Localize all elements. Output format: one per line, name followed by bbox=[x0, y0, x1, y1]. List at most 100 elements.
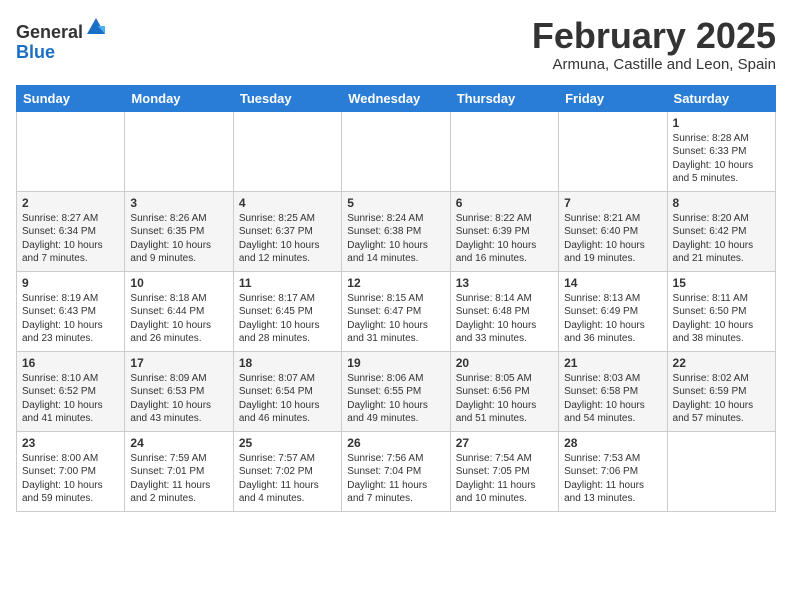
logo: General Blue bbox=[16, 16, 107, 63]
day-info: Sunrise: 7:59 AM Sunset: 7:01 PM Dayligh… bbox=[130, 452, 227, 506]
day-number: 27 bbox=[456, 436, 553, 450]
calendar-day-cell: 14Sunrise: 8:13 AM Sunset: 6:49 PM Dayli… bbox=[559, 271, 667, 351]
day-number: 2 bbox=[22, 196, 119, 210]
day-number: 4 bbox=[239, 196, 336, 210]
day-number: 11 bbox=[239, 276, 336, 290]
day-info: Sunrise: 8:28 AM Sunset: 6:33 PM Dayligh… bbox=[673, 132, 770, 186]
calendar-day-cell: 2 Sunrise: 8:27 AM Sunset: 6:34 PM Daylig… bbox=[17, 191, 125, 271]
calendar-day-cell: 6 Sunrise: 8:22 AM Sunset: 6:39 PM Daylig… bbox=[450, 191, 558, 271]
weekday-header: Saturday bbox=[667, 85, 775, 111]
calendar-week-row: 16 Sunrise: 8:10 AM Sunset: 6:52 PM Dayli… bbox=[17, 351, 776, 431]
calendar-week-row: 1 Sunrise: 8:28 AM Sunset: 6:33 PM Daylig… bbox=[17, 111, 776, 191]
calendar-day-cell: 28 Sunrise: 7:53 AM Sunset: 7:06 PM Dayli… bbox=[559, 431, 667, 511]
calendar-day-cell bbox=[450, 111, 558, 191]
day-number: 23 bbox=[22, 436, 119, 450]
day-info: Sunrise: 8:14 AM Sunset: 6:48 PM Dayligh… bbox=[456, 292, 553, 346]
calendar-day-cell: 20 Sunrise: 8:05 AM Sunset: 6:56 PM Dayli… bbox=[450, 351, 558, 431]
calendar-day-cell: 19Sunrise: 8:06 AM Sunset: 6:55 PM Dayli… bbox=[342, 351, 450, 431]
day-info: Sunrise: 8:00 AM Sunset: 7:00 PM Dayligh… bbox=[22, 452, 119, 506]
day-number: 15 bbox=[673, 276, 770, 290]
day-number: 20 bbox=[456, 356, 553, 370]
calendar-day-cell: 1 Sunrise: 8:28 AM Sunset: 6:33 PM Daylig… bbox=[667, 111, 775, 191]
location-title: Armuna, Castille and Leon, Spain bbox=[532, 56, 776, 73]
day-info: Sunrise: 8:15 AM Sunset: 6:47 PM Dayligh… bbox=[347, 292, 444, 346]
calendar-day-cell: 24 Sunrise: 7:59 AM Sunset: 7:01 PM Dayli… bbox=[125, 431, 233, 511]
calendar-day-cell: 23 Sunrise: 8:00 AM Sunset: 7:00 PM Dayli… bbox=[17, 431, 125, 511]
calendar-week-row: 2 Sunrise: 8:27 AM Sunset: 6:34 PM Daylig… bbox=[17, 191, 776, 271]
calendar-table: SundayMondayTuesdayWednesdayThursdayFrid… bbox=[16, 85, 776, 512]
day-number: 25 bbox=[239, 436, 336, 450]
day-number: 7 bbox=[564, 196, 661, 210]
day-number: 17 bbox=[130, 356, 227, 370]
day-info: Sunrise: 8:05 AM Sunset: 6:56 PM Dayligh… bbox=[456, 372, 553, 426]
calendar-day-cell bbox=[125, 111, 233, 191]
day-number: 26 bbox=[347, 436, 444, 450]
day-info: Sunrise: 7:56 AM Sunset: 7:04 PM Dayligh… bbox=[347, 452, 444, 506]
day-number: 22 bbox=[673, 356, 770, 370]
weekday-header: Monday bbox=[125, 85, 233, 111]
day-info: Sunrise: 8:07 AM Sunset: 6:54 PM Dayligh… bbox=[239, 372, 336, 426]
day-info: Sunrise: 8:19 AM Sunset: 6:43 PM Dayligh… bbox=[22, 292, 119, 346]
day-info: Sunrise: 8:18 AM Sunset: 6:44 PM Dayligh… bbox=[130, 292, 227, 346]
calendar-day-cell: 7Sunrise: 8:21 AM Sunset: 6:40 PM Daylig… bbox=[559, 191, 667, 271]
weekday-header: Sunday bbox=[17, 85, 125, 111]
day-info: Sunrise: 8:17 AM Sunset: 6:45 PM Dayligh… bbox=[239, 292, 336, 346]
calendar-day-cell: 17 Sunrise: 8:09 AM Sunset: 6:53 PM Dayli… bbox=[125, 351, 233, 431]
day-number: 10 bbox=[130, 276, 227, 290]
page-header: General Blue February 2025 Armuna, Casti… bbox=[16, 16, 776, 73]
weekday-header: Thursday bbox=[450, 85, 558, 111]
weekday-header: Friday bbox=[559, 85, 667, 111]
day-info: Sunrise: 8:09 AM Sunset: 6:53 PM Dayligh… bbox=[130, 372, 227, 426]
month-title: February 2025 bbox=[532, 16, 776, 56]
logo-blue-text: Blue bbox=[16, 42, 55, 62]
day-info: Sunrise: 8:22 AM Sunset: 6:39 PM Dayligh… bbox=[456, 212, 553, 266]
calendar-day-cell: 10 Sunrise: 8:18 AM Sunset: 6:44 PM Dayli… bbox=[125, 271, 233, 351]
calendar-day-cell bbox=[17, 111, 125, 191]
calendar-day-cell: 27 Sunrise: 7:54 AM Sunset: 7:05 PM Dayli… bbox=[450, 431, 558, 511]
day-number: 9 bbox=[22, 276, 119, 290]
calendar-day-cell: 8 Sunrise: 8:20 AM Sunset: 6:42 PM Daylig… bbox=[667, 191, 775, 271]
logo-icon bbox=[85, 16, 107, 38]
day-info: Sunrise: 8:26 AM Sunset: 6:35 PM Dayligh… bbox=[130, 212, 227, 266]
calendar-day-cell bbox=[233, 111, 341, 191]
day-info: Sunrise: 8:11 AM Sunset: 6:50 PM Dayligh… bbox=[673, 292, 770, 346]
day-info: Sunrise: 8:13 AM Sunset: 6:49 PM Dayligh… bbox=[564, 292, 661, 346]
day-number: 6 bbox=[456, 196, 553, 210]
title-block: February 2025 Armuna, Castille and Leon,… bbox=[532, 16, 776, 73]
calendar-day-cell: 25 Sunrise: 7:57 AM Sunset: 7:02 PM Dayli… bbox=[233, 431, 341, 511]
calendar-day-cell: 5 Sunrise: 8:24 AM Sunset: 6:38 PM Daylig… bbox=[342, 191, 450, 271]
weekday-header: Wednesday bbox=[342, 85, 450, 111]
day-info: Sunrise: 8:24 AM Sunset: 6:38 PM Dayligh… bbox=[347, 212, 444, 266]
day-info: Sunrise: 8:20 AM Sunset: 6:42 PM Dayligh… bbox=[673, 212, 770, 266]
day-number: 16 bbox=[22, 356, 119, 370]
calendar-day-cell: 26 Sunrise: 7:56 AM Sunset: 7:04 PM Dayli… bbox=[342, 431, 450, 511]
calendar-week-row: 23 Sunrise: 8:00 AM Sunset: 7:00 PM Dayli… bbox=[17, 431, 776, 511]
day-number: 21 bbox=[564, 356, 661, 370]
day-number: 18 bbox=[239, 356, 336, 370]
weekday-header: Tuesday bbox=[233, 85, 341, 111]
calendar-header-row: SundayMondayTuesdayWednesdayThursdayFrid… bbox=[17, 85, 776, 111]
day-number: 24 bbox=[130, 436, 227, 450]
calendar-day-cell: 16 Sunrise: 8:10 AM Sunset: 6:52 PM Dayli… bbox=[17, 351, 125, 431]
day-info: Sunrise: 7:53 AM Sunset: 7:06 PM Dayligh… bbox=[564, 452, 661, 506]
calendar-day-cell: 15 Sunrise: 8:11 AM Sunset: 6:50 PM Dayli… bbox=[667, 271, 775, 351]
calendar-day-cell bbox=[559, 111, 667, 191]
calendar-day-cell: 21 Sunrise: 8:03 AM Sunset: 6:58 PM Dayli… bbox=[559, 351, 667, 431]
day-info: Sunrise: 8:06 AM Sunset: 6:55 PM Dayligh… bbox=[347, 372, 444, 426]
calendar-day-cell: 22Sunrise: 8:02 AM Sunset: 6:59 PM Dayli… bbox=[667, 351, 775, 431]
calendar-day-cell: 4Sunrise: 8:25 AM Sunset: 6:37 PM Daylig… bbox=[233, 191, 341, 271]
day-number: 12 bbox=[347, 276, 444, 290]
day-number: 5 bbox=[347, 196, 444, 210]
day-info: Sunrise: 8:27 AM Sunset: 6:34 PM Dayligh… bbox=[22, 212, 119, 266]
day-number: 1 bbox=[673, 116, 770, 130]
day-number: 13 bbox=[456, 276, 553, 290]
calendar-week-row: 9 Sunrise: 8:19 AM Sunset: 6:43 PM Daylig… bbox=[17, 271, 776, 351]
day-info: Sunrise: 8:03 AM Sunset: 6:58 PM Dayligh… bbox=[564, 372, 661, 426]
calendar-day-cell bbox=[667, 431, 775, 511]
calendar-day-cell: 11 Sunrise: 8:17 AM Sunset: 6:45 PM Dayli… bbox=[233, 271, 341, 351]
day-info: Sunrise: 7:57 AM Sunset: 7:02 PM Dayligh… bbox=[239, 452, 336, 506]
day-number: 28 bbox=[564, 436, 661, 450]
day-info: Sunrise: 8:10 AM Sunset: 6:52 PM Dayligh… bbox=[22, 372, 119, 426]
day-number: 8 bbox=[673, 196, 770, 210]
day-info: Sunrise: 7:54 AM Sunset: 7:05 PM Dayligh… bbox=[456, 452, 553, 506]
